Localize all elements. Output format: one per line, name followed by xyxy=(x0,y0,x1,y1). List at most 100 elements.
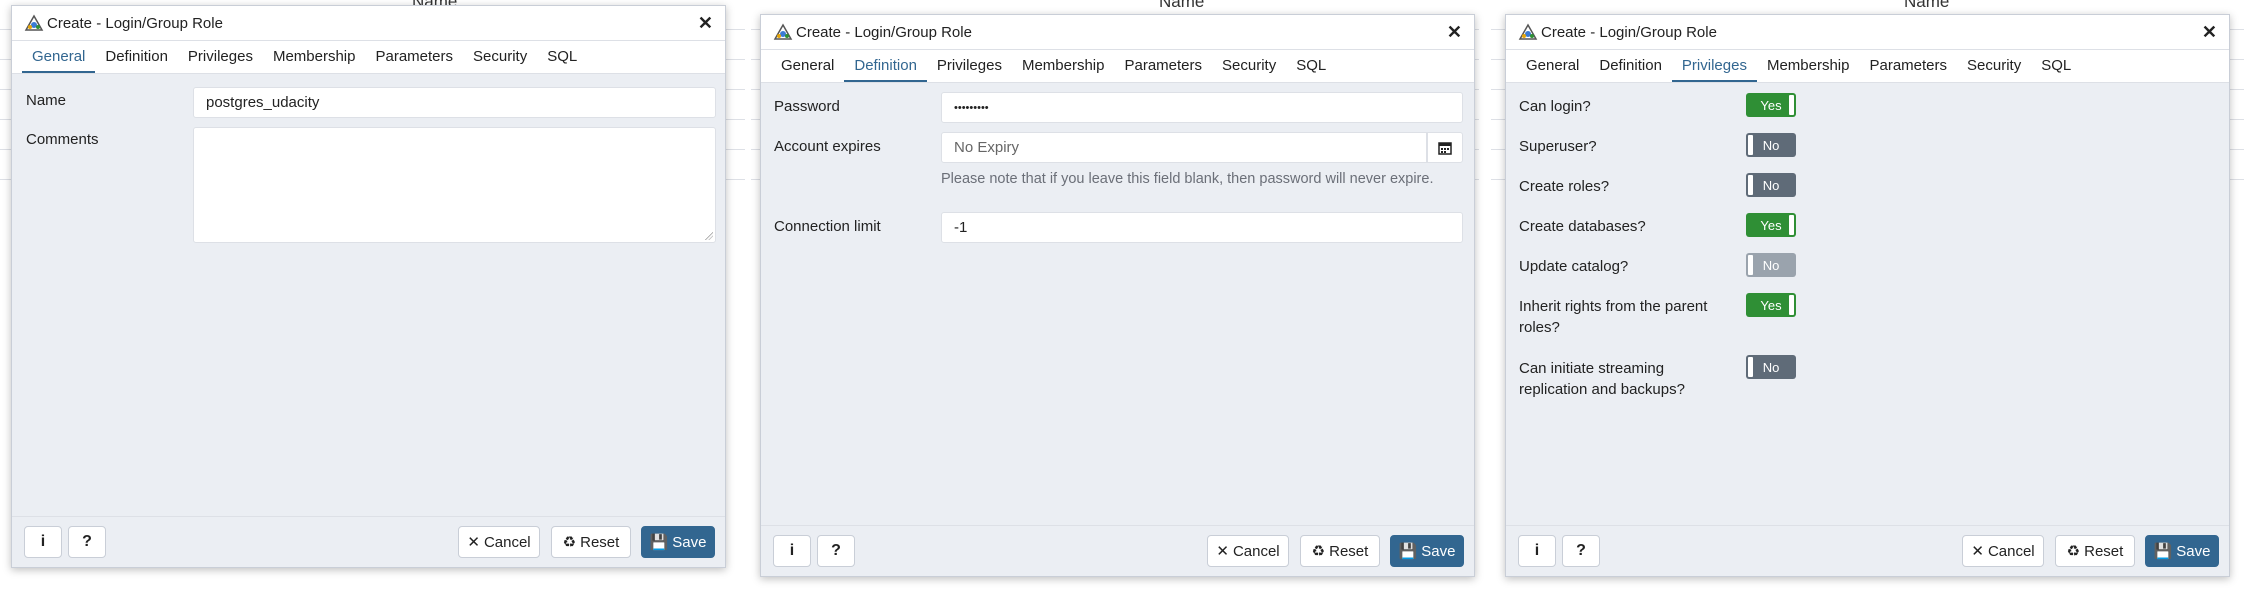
tab-sql[interactable]: SQL xyxy=(2031,57,2081,82)
recycle-icon: ♻ xyxy=(562,534,577,551)
calendar-icon xyxy=(1438,141,1452,155)
inherit-rights-label: Inherit rights from the parent roles? xyxy=(1519,298,1708,336)
replication-label: Can initiate streaming replication and b… xyxy=(1519,360,1685,398)
dialog-titlebar[interactable]: Create - Login/Group Role ✕ xyxy=(12,6,725,41)
can-login-toggle[interactable]: Yes xyxy=(1746,93,1796,117)
tab-privileges[interactable]: Privileges xyxy=(1671,57,1757,82)
tab-general[interactable]: General xyxy=(771,57,844,82)
dialog-title: Create - Login/Group Role xyxy=(47,14,223,32)
cancel-button[interactable]: ✕ Cancel xyxy=(458,526,540,558)
create-role-dialog: Create - Login/Group Role ✕ General Defi… xyxy=(11,5,726,568)
info-button[interactable]: i xyxy=(1518,535,1556,567)
replication-toggle[interactable]: No xyxy=(1746,355,1796,379)
info-icon: i xyxy=(1534,542,1540,559)
name-input[interactable]: postgres_udacity xyxy=(193,87,716,118)
password-input[interactable]: ••••••••• xyxy=(941,92,1463,123)
inherit-rights-toggle[interactable]: Yes xyxy=(1746,293,1796,317)
tab-general[interactable]: General xyxy=(1516,57,1589,82)
tab-sql[interactable]: SQL xyxy=(537,48,587,73)
save-button[interactable]: 💾 Save xyxy=(2145,535,2219,567)
pgadmin-logo-icon xyxy=(773,23,793,40)
update-catalog-toggle: No xyxy=(1746,253,1796,277)
dialog-titlebar[interactable]: Create - Login/Group Role ✕ xyxy=(1506,15,2229,50)
cancel-label: Cancel xyxy=(1232,542,1280,560)
reset-label: Reset xyxy=(1329,542,1369,560)
comments-label: Comments xyxy=(26,131,99,148)
close-icon[interactable]: ✕ xyxy=(1447,22,1462,43)
pgadmin-logo-icon xyxy=(1518,23,1538,40)
superuser-label: Superuser? xyxy=(1519,138,1597,155)
help-button[interactable]: ? xyxy=(817,535,855,567)
tab-definition[interactable]: Definition xyxy=(844,57,927,82)
close-icon[interactable]: ✕ xyxy=(698,13,713,34)
tab-definition[interactable]: Definition xyxy=(95,48,178,73)
reset-button[interactable]: ♻ Reset xyxy=(551,526,631,558)
superuser-toggle[interactable]: No xyxy=(1746,133,1796,157)
panel-definition: Name Create - Login/Group Role ✕ General… xyxy=(751,0,1479,590)
create-databases-toggle[interactable]: Yes xyxy=(1746,213,1796,237)
create-roles-toggle[interactable]: No xyxy=(1746,173,1796,197)
tab-membership[interactable]: Membership xyxy=(1757,57,1860,82)
help-button[interactable]: ? xyxy=(68,526,106,558)
tab-parameters[interactable]: Parameters xyxy=(1859,57,1957,82)
tab-membership[interactable]: Membership xyxy=(1012,57,1115,82)
recycle-icon: ♻ xyxy=(2066,543,2081,560)
dialog-footer: i ? ✕ Cancel ♻ Reset 💾 Save xyxy=(12,516,725,567)
account-expires-label: Account expires xyxy=(774,138,881,155)
dialog-title: Create - Login/Group Role xyxy=(1541,23,1717,41)
panel-privileges: Name Create - Login/Group Role ✕ General… xyxy=(1491,0,2244,608)
tab-bar: General Definition Privileges Membership… xyxy=(1506,50,2229,83)
cancel-button[interactable]: ✕ Cancel xyxy=(1962,535,2044,567)
tab-definition[interactable]: Definition xyxy=(1589,57,1672,82)
dialog-titlebar[interactable]: Create - Login/Group Role ✕ xyxy=(761,15,1474,50)
account-expires-input[interactable]: No Expiry xyxy=(941,132,1427,163)
tab-bar: General Definition Privileges Membership… xyxy=(761,50,1474,83)
account-expires-hint: Please note that if you leave this field… xyxy=(941,171,1434,187)
create-role-dialog: Create - Login/Group Role ✕ General Defi… xyxy=(1505,14,2230,577)
reset-label: Reset xyxy=(2084,542,2124,560)
dialog-title: Create - Login/Group Role xyxy=(796,23,972,41)
dialog-footer: i ? ✕ Cancel ♻ Reset 💾 Save xyxy=(761,525,1474,576)
info-button[interactable]: i xyxy=(773,535,811,567)
save-button[interactable]: 💾 Save xyxy=(1390,535,1464,567)
create-roles-label: Create roles? xyxy=(1519,178,1610,195)
reset-button[interactable]: ♻ Reset xyxy=(1300,535,1380,567)
help-icon: ? xyxy=(1576,542,1586,559)
update-catalog-label: Update catalog? xyxy=(1519,258,1629,275)
cancel-label: Cancel xyxy=(1987,542,2035,560)
connection-limit-label: Connection limit xyxy=(774,218,881,235)
save-label: Save xyxy=(2176,542,2211,560)
tab-general[interactable]: General xyxy=(22,48,96,73)
cancel-icon: ✕ xyxy=(1971,543,1984,560)
password-label: Password xyxy=(774,98,840,115)
info-icon: i xyxy=(40,533,46,550)
save-label: Save xyxy=(672,533,707,551)
info-button[interactable]: i xyxy=(24,526,62,558)
tab-parameters[interactable]: Parameters xyxy=(365,48,463,73)
cancel-button[interactable]: ✕ Cancel xyxy=(1207,535,1289,567)
close-icon[interactable]: ✕ xyxy=(2202,22,2217,43)
floppy-disk-icon: 💾 xyxy=(2153,543,2173,560)
create-role-dialog: Create - Login/Group Role ✕ General Defi… xyxy=(760,14,1475,577)
reset-button[interactable]: ♻ Reset xyxy=(2055,535,2135,567)
save-label: Save xyxy=(1421,542,1456,560)
tab-security[interactable]: Security xyxy=(463,48,537,73)
resize-handle-icon[interactable] xyxy=(705,232,713,240)
tab-privileges[interactable]: Privileges xyxy=(178,48,263,73)
connection-limit-input[interactable]: -1 xyxy=(941,212,1463,243)
comments-textarea[interactable] xyxy=(193,127,716,243)
tab-membership[interactable]: Membership xyxy=(263,48,366,73)
calendar-button[interactable] xyxy=(1427,132,1463,163)
dialog-footer: i ? ✕ Cancel ♻ Reset 💾 Save xyxy=(1506,525,2229,576)
tab-sql[interactable]: SQL xyxy=(1286,57,1336,82)
save-button[interactable]: 💾 Save xyxy=(641,526,715,558)
tab-security[interactable]: Security xyxy=(1212,57,1286,82)
help-button[interactable]: ? xyxy=(1562,535,1600,567)
tab-privileges[interactable]: Privileges xyxy=(927,57,1012,82)
create-databases-label: Create databases? xyxy=(1519,218,1646,235)
tab-security[interactable]: Security xyxy=(1957,57,2031,82)
floppy-disk-icon: 💾 xyxy=(649,534,669,551)
tab-parameters[interactable]: Parameters xyxy=(1114,57,1212,82)
tab-bar: General Definition Privileges Membership… xyxy=(12,41,725,74)
info-icon: i xyxy=(789,542,795,559)
